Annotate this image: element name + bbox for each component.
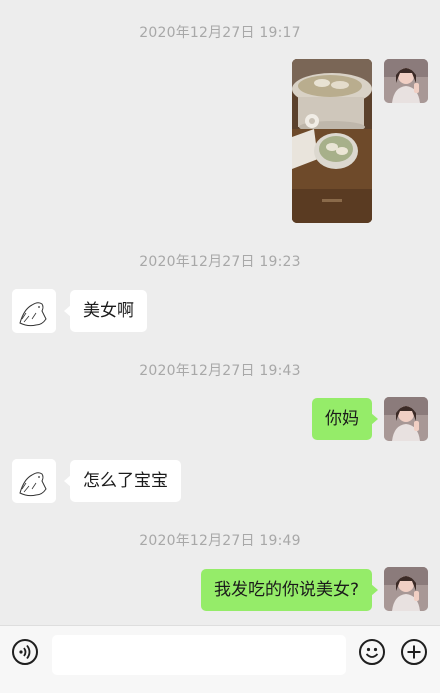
food-photo-message[interactable] [292, 59, 372, 223]
emoji-icon [365, 647, 379, 658]
incoming-message[interactable]: 美女啊 [64, 290, 147, 332]
outgoing-message[interactable]: 你妈 [312, 398, 378, 440]
input-bar [0, 625, 440, 693]
voice-button[interactable] [12, 639, 38, 665]
timestamp: 2020年12月27日 19:23 [139, 254, 301, 270]
friend-avatar[interactable] [12, 459, 56, 503]
emoji-button[interactable] [359, 639, 385, 665]
plus-button[interactable] [401, 639, 427, 665]
plus-icon [407, 645, 421, 659]
seal-sketch-avatar-icon [12, 459, 56, 503]
chat-area[interactable]: 2020年12月27日 19:17 2020年12月27日 19:23 美女啊 … [0, 0, 440, 625]
message-input[interactable] [52, 635, 346, 675]
incoming-message[interactable]: 怎么了宝宝 [64, 460, 181, 502]
my-avatar[interactable] [384, 59, 428, 103]
voice-icon [19, 644, 31, 660]
timestamp: 2020年12月27日 19:49 [139, 533, 301, 549]
friend-avatar[interactable] [12, 289, 56, 333]
timestamp: 2020年12月27日 19:17 [139, 25, 301, 41]
girl-photo-avatar-icon [384, 567, 428, 611]
seal-sketch-avatar-icon [12, 289, 56, 333]
outgoing-message[interactable]: 我发吃的你说美女? [200, 569, 379, 611]
my-avatar[interactable] [384, 567, 428, 611]
girl-photo-avatar-icon [384, 59, 428, 103]
timestamp: 2020年12月27日 19:43 [139, 363, 301, 379]
girl-photo-avatar-icon [384, 397, 428, 441]
my-avatar[interactable] [384, 397, 428, 441]
food-photo-image [292, 59, 372, 223]
